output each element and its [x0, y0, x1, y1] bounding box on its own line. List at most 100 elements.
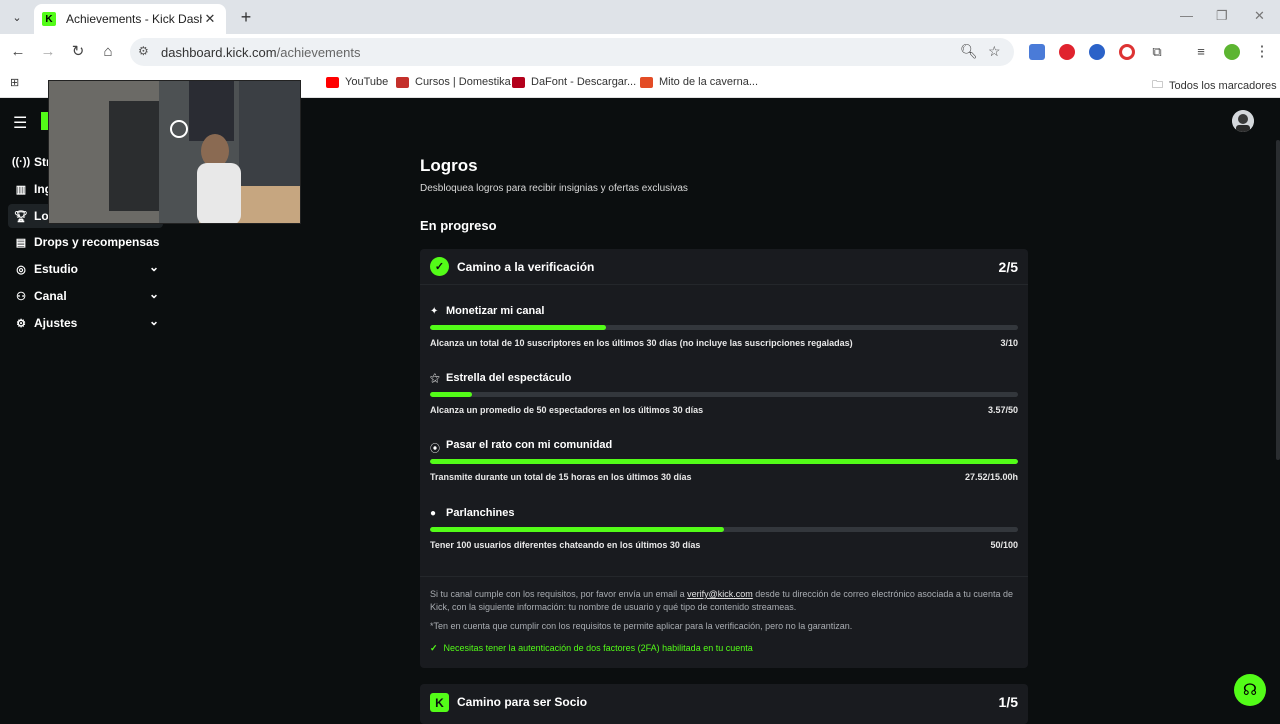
disclaimer: *Ten en cuenta que cumplir con los requi…: [430, 621, 853, 631]
reload-icon[interactable]: ↻: [68, 42, 88, 62]
verification-notes: Si tu canal cumple con los requisitos, p…: [420, 576, 1028, 653]
restore-icon[interactable]: ❐: [1216, 8, 1228, 24]
all-bookmarks-label: Todos los marcadores: [1169, 79, 1277, 92]
extension-blue-icon[interactable]: [1089, 44, 1105, 60]
avatar-image: [1232, 110, 1254, 132]
zoom-icon[interactable]: 🔍︎: [960, 43, 978, 60]
translate-extension-icon[interactable]: [1029, 44, 1045, 60]
sidebar-item-studio[interactable]: ◎ Estudio ⌄: [8, 257, 163, 281]
achievement-desc: Transmite durante un total de 15 horas e…: [430, 472, 692, 482]
sidebar-item-drops[interactable]: ▤ Drops y recompensas: [8, 230, 163, 254]
sidebar-item-label: Lo: [34, 209, 49, 223]
verification-card: ✓ Camino a la verificación 2/5 ✦ Monetiz…: [420, 249, 1028, 668]
sidebar-item-channel[interactable]: ⚇ Canal ⌄: [8, 284, 163, 308]
webcam-overlay[interactable]: [48, 80, 301, 224]
card-title: Camino para ser Socio: [457, 695, 588, 709]
progress-fill: [430, 459, 1018, 464]
sidebar-item-settings[interactable]: ⚙ Ajustes ⌄: [8, 311, 163, 335]
achievement-desc: Alcanza un promedio de 50 espectadores e…: [430, 405, 704, 415]
card-header[interactable]: ✓ Camino a la verificación 2/5: [420, 249, 1028, 285]
bookmark-label: YouTube: [345, 76, 389, 88]
chevron-down-icon[interactable]: ⌄: [149, 314, 159, 328]
progress-fill: [430, 325, 607, 330]
progress-track: [430, 527, 1018, 532]
sidebar-item-label: Estudio: [34, 262, 78, 276]
url-domain: dashboard.kick.com: [161, 45, 277, 60]
browser-tab-bar: ⌄ K Achievements - Kick Dashboard ✕ + — …: [0, 0, 1280, 34]
tab-title: Achievements - Kick Dashboard: [66, 12, 202, 26]
progress-track: [430, 325, 1018, 330]
menu-kebab-icon[interactable]: ⋮: [1252, 42, 1272, 62]
checkmark-icon: ✓: [430, 643, 438, 653]
site-info-icon[interactable]: ⚙: [138, 44, 149, 58]
card-count: 2/5: [998, 259, 1018, 275]
achievement-progress: 50/100: [990, 540, 1018, 550]
dashboard-page: ☰ ((·)) Str ▥ Ing 🏆︎ Lo ▤ Drops y recompensa…: [0, 80, 1280, 724]
chat-icon: ●: [430, 508, 437, 519]
progress-track: [430, 459, 1018, 464]
new-tab-icon[interactable]: +: [236, 7, 256, 28]
star-users-icon: ⚝: [430, 373, 440, 384]
channel-icon: ⚇: [16, 290, 26, 303]
back-icon[interactable]: ←: [8, 42, 28, 62]
gift-icon: ▤: [15, 236, 27, 249]
browser-toolbar: ← → ↻ ⌂ ⚙ dashboard.kick.com/achievement…: [0, 34, 1280, 70]
bookmark-label: Cursos | Domestika: [415, 76, 511, 88]
url-path: /achievements: [276, 45, 361, 60]
forward-icon[interactable]: →: [38, 42, 58, 62]
chevron-down-icon[interactable]: ⌄: [149, 287, 159, 301]
page-title: Logros: [420, 156, 478, 175]
folder-icon: 🗀: [1152, 79, 1163, 91]
domestika-icon: [396, 76, 409, 88]
bookmark-caverna[interactable]: Mito de la caverna...: [640, 76, 758, 88]
achievement-desc: Alcanza un total de 10 suscriptores en l…: [430, 338, 853, 348]
support-chat-icon[interactable]: ☊: [1234, 674, 1266, 706]
record-extension-icon[interactable]: [1119, 44, 1135, 60]
progress-fill: [430, 392, 472, 397]
address-bar[interactable]: ⚙ dashboard.kick.com/achievements 🔍︎ ☆: [130, 38, 1014, 66]
card-count: 1/5: [998, 694, 1018, 710]
sidebar-item-label: Canal: [34, 289, 67, 303]
page-subtitle: Desbloquea logros para recibir insignias…: [420, 183, 688, 194]
apps-grid-icon[interactable]: ⊞: [10, 76, 19, 89]
chevron-down-icon[interactable]: ⌄: [149, 260, 159, 274]
media-control-icon[interactable]: ≡: [1191, 42, 1211, 62]
broadcast-icon: ⦿: [430, 444, 440, 455]
sidebar-item-label: Ajustes: [34, 316, 78, 330]
hamburger-menu-icon[interactable]: ☰: [13, 113, 27, 133]
bookmark-domestika[interactable]: Cursos | Domestika: [396, 76, 511, 88]
user-avatar[interactable]: [1232, 110, 1254, 132]
profile-icon[interactable]: [1224, 44, 1240, 60]
window-close-icon[interactable]: ✕: [1254, 8, 1265, 24]
browser-tab[interactable]: K Achievements - Kick Dashboard ✕: [34, 4, 226, 34]
bookmark-youtube[interactable]: YouTube: [326, 76, 388, 88]
tfa-text: Necesitas tener la autenticación de dos …: [443, 643, 753, 653]
achievement-progress: 3/10: [1000, 338, 1018, 348]
extensions-puzzle-icon[interactable]: ⧉: [1147, 42, 1167, 62]
home-icon[interactable]: ⌂: [98, 42, 118, 62]
all-bookmarks[interactable]: 🗀 Todos los marcadores: [1152, 76, 1277, 95]
partner-card[interactable]: K Camino para ser Socio 1/5: [420, 684, 1028, 724]
tab-close-icon[interactable]: ✕: [202, 11, 218, 27]
bookmark-dafont[interactable]: DaFont - Descargar...: [512, 76, 636, 88]
sparkle-icon: ✦: [430, 306, 439, 317]
card-title: Camino a la verificación: [457, 260, 595, 274]
achievement-name: Monetizar mi canal: [446, 305, 545, 317]
achievement-progress: 3.57/50: [987, 405, 1018, 415]
gear-icon: ⚙: [16, 317, 26, 330]
verified-badge-icon: ✓: [430, 257, 449, 276]
achievement-name: Parlanchines: [446, 507, 515, 519]
caverna-icon: [640, 76, 653, 88]
kick-badge-icon: K: [430, 693, 449, 712]
trophy-icon: 🏆︎: [14, 210, 28, 223]
page-scrollbar[interactable]: [1276, 140, 1280, 460]
achievement-name: Estrella del espectáculo: [446, 372, 572, 384]
tfa-requirement: ✓ Necesitas tener la autenticación de dos…: [430, 643, 753, 654]
bookmark-star-icon[interactable]: ☆: [988, 43, 1001, 60]
minimize-icon[interactable]: —: [1180, 8, 1193, 23]
opera-extension-icon[interactable]: [1059, 44, 1075, 60]
tab-search-dropdown-icon[interactable]: ⌄: [6, 7, 28, 27]
progress-track: [430, 392, 1018, 397]
achievement-desc: Tener 100 usuarios diferentes chateando …: [430, 540, 701, 550]
verify-email-link[interactable]: verify@kick.com: [687, 589, 753, 599]
